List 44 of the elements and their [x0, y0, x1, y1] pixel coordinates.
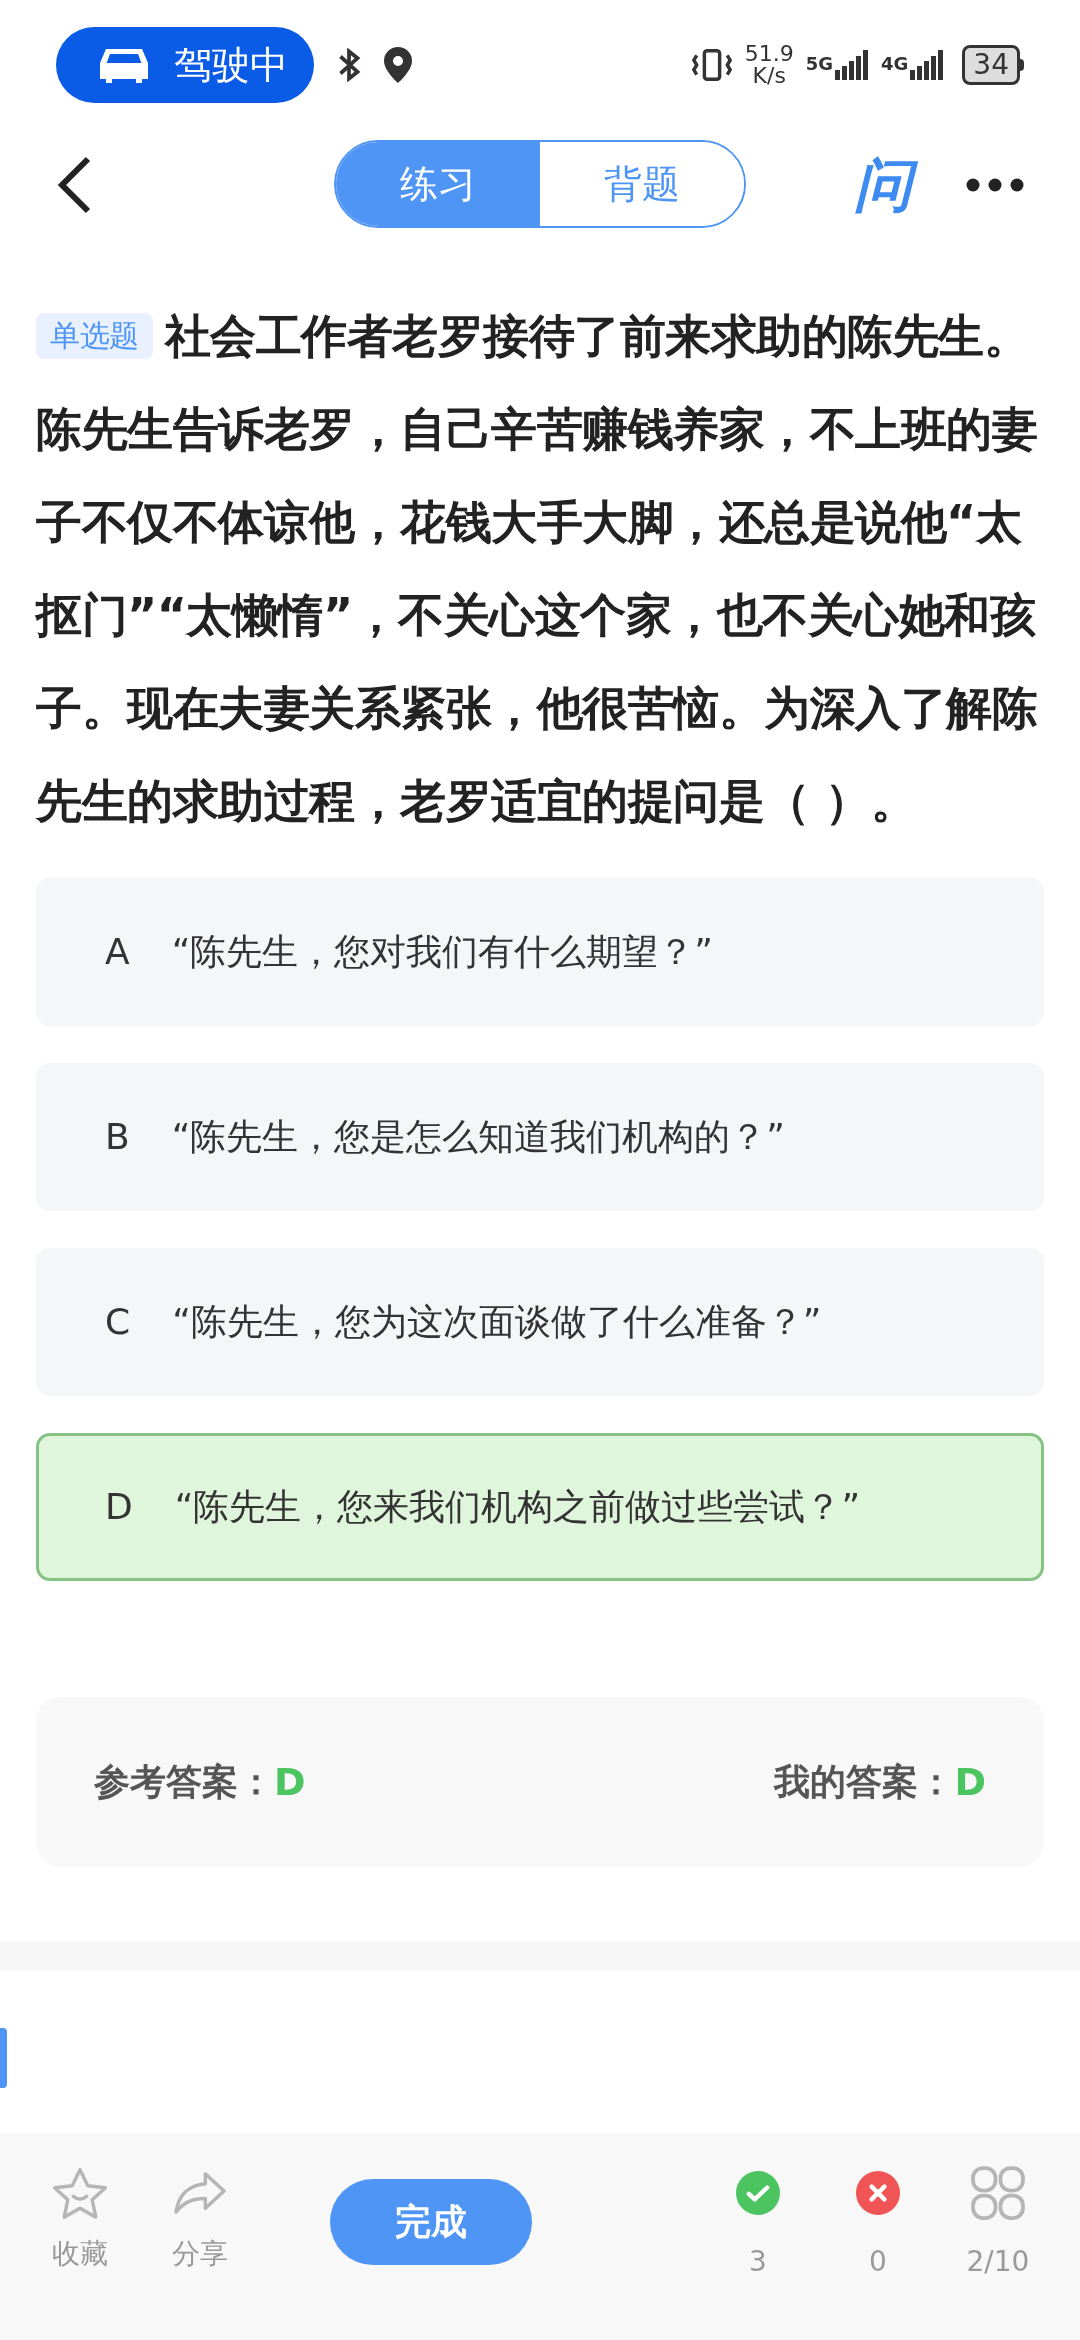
back-icon[interactable] — [56, 156, 92, 214]
ask-logo[interactable]: 问 — [854, 149, 922, 221]
option-text: “陈先生，您来我们机构之前做过些尝试？” — [174, 1485, 861, 1529]
cross-circle-icon — [856, 2171, 900, 2215]
question-text: 单选题 社会工作者老罗接待了前来求助的陈先生。陈先生告诉老罗，自己辛苦赚钱养家，不上班的妻子不仅不体谅他，花钱大手大脚，还总是说他“太抠门”“太懒惰”，不关心这个家，也不关心她和孩子。现在夫妻关系紧张，他很苦恼。为深入了解陈先生的求助过程，老罗适宜的提问是（ ）。 — [36, 308, 1038, 830]
signal-icon — [835, 50, 870, 80]
vibrate-icon — [690, 47, 733, 83]
location-pin-icon — [384, 47, 412, 83]
stat-count: 0 — [869, 2244, 887, 2280]
action-label: 收藏 — [52, 2236, 108, 2272]
answer-option[interactable]: C “陈先生，您为这次面谈做了什么准备？” — [36, 1248, 1044, 1396]
finish-button[interactable]: 完成 — [330, 2179, 532, 2265]
stat-count: 3 — [749, 2244, 767, 2280]
driving-label: 驾驶中 — [174, 41, 288, 89]
network-type-label: 4G — [881, 52, 909, 76]
toolbar-action[interactable]: 分享 — [160, 2163, 240, 2275]
battery-level: 34 — [973, 51, 1009, 79]
option-letter: D — [105, 1485, 133, 1529]
toolbar-action[interactable]: 收藏 — [40, 2163, 120, 2275]
reference-answer-label: 参考答案： — [94, 1760, 274, 1804]
my-answer-label: 我的答案： — [774, 1760, 955, 1804]
check-circle-icon — [736, 2171, 780, 2215]
option-letter: B — [105, 1115, 130, 1159]
option-text: “陈先生，您对我们有什么期望？” — [171, 930, 713, 974]
option-text: “陈先生，您为这次面谈做了什么准备？” — [172, 1300, 822, 1344]
option-letter: A — [105, 930, 130, 974]
section-accent-bar — [0, 2028, 7, 2088]
answer-option[interactable]: D “陈先生，您来我们机构之前做过些尝试？” — [36, 1433, 1044, 1581]
stat-count: 2/10 — [966, 2244, 1030, 2280]
more-icon[interactable] — [966, 178, 1024, 192]
my-answer-value: D — [954, 1758, 986, 1806]
answer-option[interactable]: A “陈先生，您对我们有什么期望？” — [36, 878, 1044, 1026]
answer-option[interactable]: B “陈先生，您是怎么知道我们机构的？” — [36, 1063, 1044, 1211]
net-speed-value: 51.9 — [744, 43, 794, 65]
reference-answer-value: D — [274, 1758, 306, 1806]
action-label: 分享 — [172, 2236, 228, 2272]
question-type-badge: 单选题 — [36, 312, 153, 359]
option-text: “陈先生，您是怎么知道我们机构的？” — [171, 1115, 785, 1159]
signal-icon — [910, 50, 945, 80]
net-speed-unit: K/s — [752, 65, 786, 87]
tab[interactable]: 练习 — [336, 142, 540, 226]
network-type-label: 5G — [805, 52, 834, 76]
option-letter: C — [105, 1300, 131, 1344]
driving-pill[interactable]: 驾驶中 — [56, 27, 314, 103]
